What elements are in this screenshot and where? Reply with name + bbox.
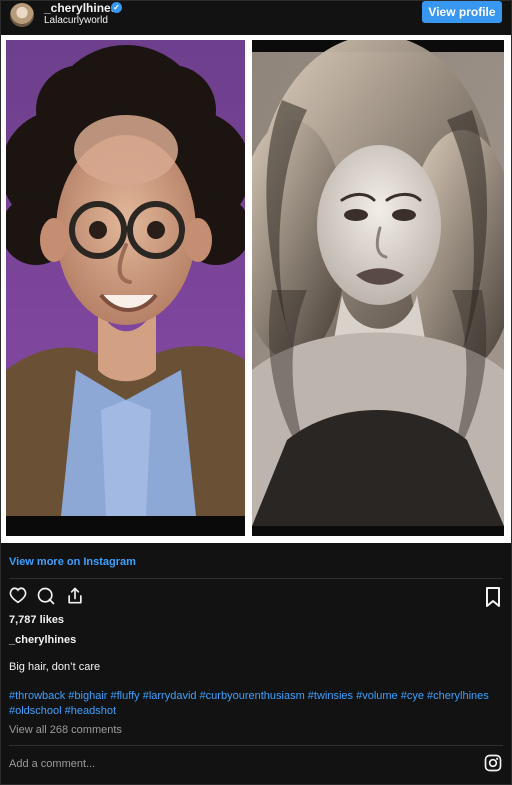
hashtags-line-1[interactable]: #throwback #bighair #fluffy #larrydavid … (9, 689, 505, 704)
portrait-woman-curly-hair-bw-icon (252, 40, 504, 536)
heart-icon[interactable] (8, 586, 28, 609)
comment-icon[interactable] (36, 586, 56, 611)
header-username[interactable]: _cherylhines (44, 1, 117, 15)
add-comment-field[interactable]: Add a comment... (9, 758, 95, 770)
bookmark-icon[interactable] (484, 586, 502, 613)
hashtags[interactable]: #throwback #bighair #fluffy #larrydavid … (9, 689, 505, 719)
verified-badge-icon: ✓ (111, 2, 122, 13)
post-caption: Big hair, don’t care (9, 661, 101, 673)
hashtags-line-2[interactable]: #oldschool #headshot (9, 704, 505, 719)
instagram-icon[interactable] (483, 753, 503, 778)
view-more-link[interactable]: View more on Instagram (9, 556, 136, 568)
share-icon[interactable] (65, 586, 85, 611)
avatar[interactable] (10, 3, 34, 27)
left-photo (6, 40, 245, 536)
right-photo (252, 40, 504, 536)
post-media[interactable] (1, 35, 511, 543)
post-username[interactable]: _cherylhines (9, 634, 76, 646)
divider-top (9, 578, 503, 579)
instagram-embed: _cherylhines ✓ Lalacurlyworld View profi… (0, 0, 512, 785)
divider-bottom (9, 745, 503, 746)
view-comments-link[interactable]: View all 268 comments (9, 724, 122, 736)
likes-count[interactable]: 7,787 likes (9, 614, 64, 626)
portrait-man-curly-hair-glasses-icon (6, 40, 245, 536)
post-header: _cherylhines ✓ Lalacurlyworld View profi… (1, 1, 511, 35)
header-location[interactable]: Lalacurlyworld (44, 15, 108, 26)
view-profile-button[interactable]: View profile (422, 1, 502, 23)
